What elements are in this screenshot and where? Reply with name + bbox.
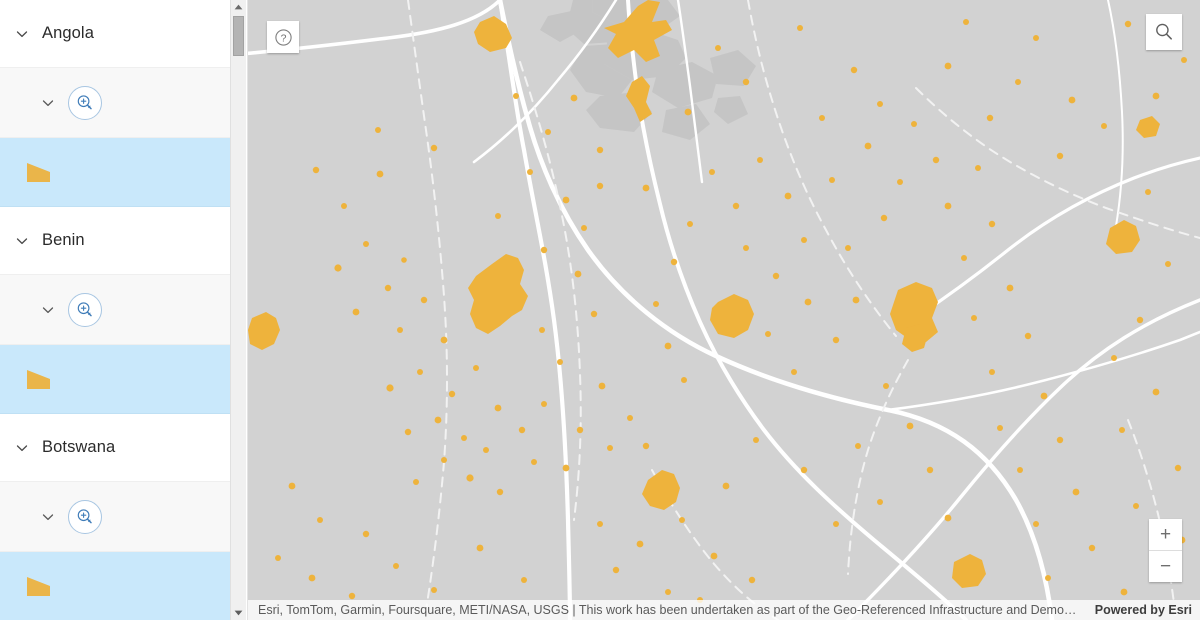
polygon-swatch — [27, 370, 50, 389]
attribution-bar: Esri, TomTom, Garmin, Foursquare, METI/N… — [248, 600, 1200, 620]
magnifier-plus-icon[interactable] — [68, 499, 102, 534]
layer-legend-row[interactable] — [0, 138, 232, 207]
map-view[interactable]: ? + − Esri, TomTom, Garmin, Foursquare, … — [248, 0, 1200, 620]
chevron-down-icon[interactable] — [40, 509, 56, 525]
chevron-down-icon[interactable] — [14, 440, 30, 456]
layer-legend-row[interactable] — [0, 552, 232, 620]
layer-list: Angola Benin Botswana — [0, 0, 232, 620]
polygon-swatch — [27, 163, 50, 182]
chevron-down-icon[interactable] — [14, 26, 30, 42]
polygon-swatch — [27, 577, 50, 596]
zoom-in-button[interactable]: + — [1149, 519, 1182, 551]
question-mark-circle-icon: ? — [274, 28, 292, 46]
scrollbar-thumb[interactable] — [233, 16, 244, 56]
layer-sublayer-row[interactable] — [0, 68, 232, 138]
layer-group-label: Benin — [42, 231, 85, 249]
search-icon — [1156, 23, 1172, 40]
map-basemap-canvas — [248, 0, 1200, 620]
zoom-controls: + − — [1149, 519, 1182, 582]
chevron-down-icon[interactable] — [14, 233, 30, 249]
zoom-out-button[interactable]: − — [1149, 551, 1182, 582]
layer-group-angola: Angola — [0, 0, 232, 207]
map-application: Angola Benin Botswana ? + − Esri, TomTom… — [0, 0, 1200, 620]
attribution-text[interactable]: Esri, TomTom, Garmin, Foursquare, METI/N… — [258, 603, 1081, 617]
layer-group-botswana: Botswana — [0, 414, 232, 620]
magnifier-plus-icon[interactable] — [68, 85, 102, 120]
search-button[interactable] — [1146, 14, 1182, 50]
magnifier-plus-icon[interactable] — [68, 292, 102, 327]
chevron-down-icon[interactable] — [40, 95, 56, 111]
layer-group-label: Angola — [42, 24, 94, 42]
layer-group-benin: Benin — [0, 207, 232, 414]
layer-sublayer-row[interactable] — [0, 275, 232, 345]
layer-group-label: Botswana — [42, 438, 116, 456]
layer-legend-row[interactable] — [0, 345, 232, 414]
layer-sublayer-row[interactable] — [0, 482, 232, 552]
layer-group-header[interactable]: Botswana — [0, 414, 232, 482]
layer-list-panel: Angola Benin Botswana — [0, 0, 248, 620]
layer-group-header[interactable]: Benin — [0, 207, 232, 275]
sidebar-scrollbar[interactable] — [230, 0, 246, 620]
chevron-down-icon[interactable] — [40, 302, 56, 318]
help-button[interactable]: ? — [267, 21, 299, 53]
layer-group-header[interactable]: Angola — [0, 0, 232, 68]
triangle-down-icon[interactable] — [231, 606, 246, 620]
svg-text:?: ? — [280, 32, 286, 44]
powered-by-esri-label: Powered by Esri — [1094, 603, 1192, 617]
triangle-up-icon[interactable] — [231, 0, 246, 14]
